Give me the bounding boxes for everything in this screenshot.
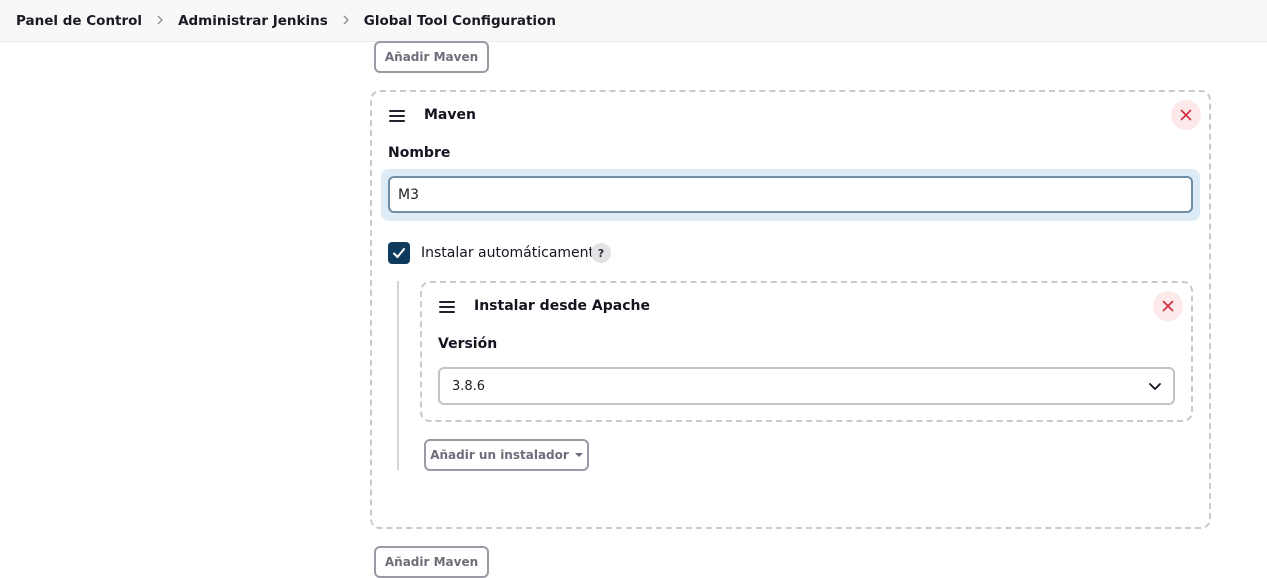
nested-indent-line <box>397 281 399 470</box>
add-installer-button[interactable]: Añadir un instalador <box>424 439 589 471</box>
maven-panel-title: Maven <box>424 107 476 123</box>
close-icon <box>1162 300 1174 312</box>
name-input[interactable] <box>388 176 1193 213</box>
name-label: Nombre <box>388 145 451 161</box>
chevron-right-icon <box>148 14 172 28</box>
breadcrumb-item-global-tool-configuration[interactable]: Global Tool Configuration <box>364 13 556 29</box>
drag-handle-icon[interactable] <box>439 301 455 313</box>
auto-install-label: Instalar automáticamente <box>421 245 603 261</box>
drag-handle-icon[interactable] <box>389 110 405 122</box>
delete-maven-button[interactable] <box>1171 100 1201 130</box>
auto-install-checkbox[interactable] <box>388 242 410 264</box>
version-selected-value: 3.8.6 <box>452 378 486 394</box>
breadcrumb-item-dashboard[interactable]: Panel de Control <box>16 13 142 29</box>
caret-down-icon <box>574 453 583 457</box>
add-maven-button-top[interactable]: Añadir Maven <box>374 41 489 73</box>
add-maven-button-bottom[interactable]: Añadir Maven <box>374 546 489 578</box>
installer-panel-title: Instalar desde Apache <box>474 298 650 314</box>
help-icon[interactable]: ? <box>591 243 611 263</box>
delete-installer-button[interactable] <box>1153 291 1183 321</box>
breadcrumb-item-manage-jenkins[interactable]: Administrar Jenkins <box>178 13 328 29</box>
chevron-down-icon <box>1149 383 1161 390</box>
version-select[interactable]: 3.8.6 <box>438 367 1175 405</box>
version-label: Versión <box>438 336 498 352</box>
breadcrumb: Panel de Control Administrar Jenkins Glo… <box>0 0 1267 42</box>
add-installer-label: Añadir un instalador <box>430 448 569 462</box>
checkmark-icon <box>393 248 405 258</box>
close-icon <box>1180 109 1192 121</box>
chevron-right-icon <box>334 14 358 28</box>
